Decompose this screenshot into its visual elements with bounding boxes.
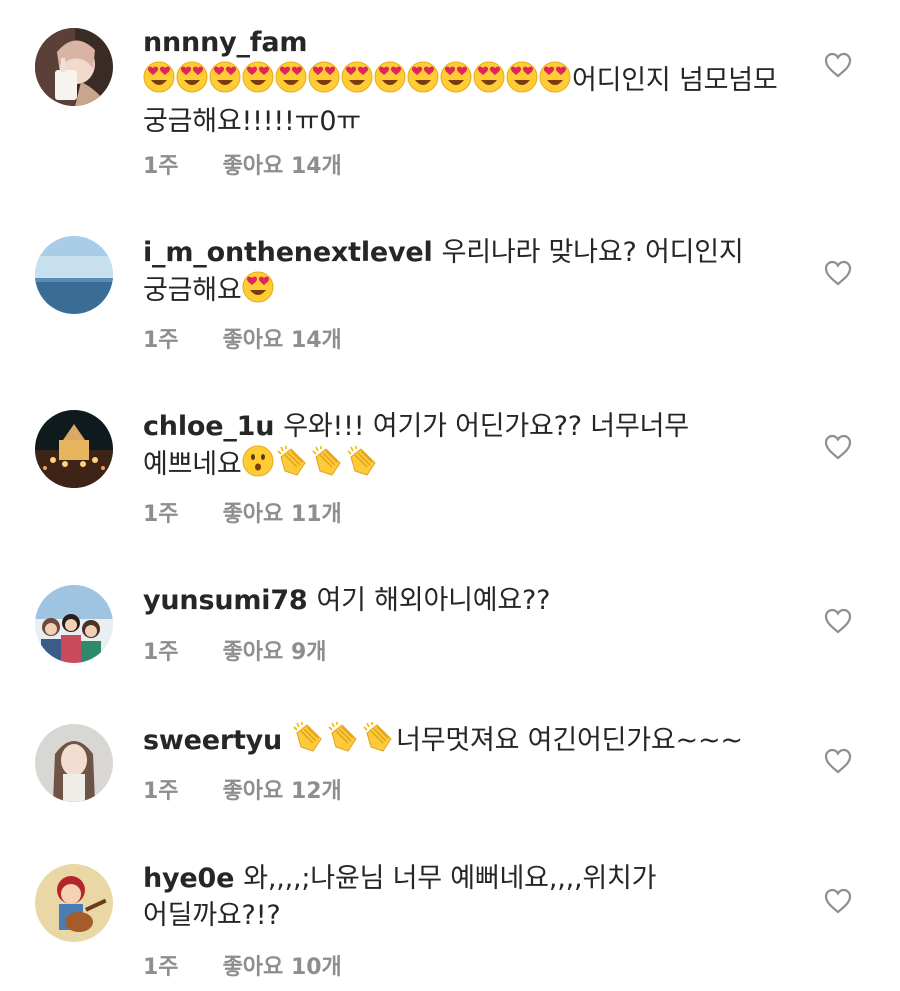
- avatar-carousel-image: [35, 410, 113, 488]
- comment-text: 여기 해외아니예요??: [316, 585, 551, 616]
- comment-meta: 1주 좋아요 11개: [143, 496, 342, 528]
- username-link[interactable]: hye0e: [143, 863, 234, 894]
- likes-count[interactable]: 좋아요 14개: [223, 154, 342, 179]
- clapping-hands-emoji-icon: [291, 721, 325, 763]
- avatar-drink-image: [35, 28, 113, 106]
- likes-count[interactable]: 좋아요 11개: [223, 502, 342, 527]
- comment-text-block: chloe_1u 우와!!! 여기가 어딘가요?? 너무너무 예쁘네요: [143, 408, 783, 487]
- emoji-group: [242, 271, 275, 306]
- username-link[interactable]: i_m_onthenextlevel: [143, 237, 433, 268]
- heart-eyes-emoji-icon: [539, 61, 571, 103]
- avatar[interactable]: [35, 236, 113, 314]
- comment-text-block: yunsumi78 여기 해외아니예요??: [143, 582, 783, 619]
- heart-eyes-emoji-icon: [242, 271, 274, 313]
- heart-outline-icon[interactable]: [824, 52, 852, 78]
- comment-text-block: i_m_onthenextlevel 우리나라 맞나요? 어디인지 궁금해요: [143, 234, 783, 313]
- comment-text-block: nnnny_fam 어디인지 넘모넘모 궁금해요!!!!!ㅠ0ㅠ: [143, 24, 783, 140]
- likes-count[interactable]: 좋아요 14개: [223, 328, 342, 353]
- comment-time[interactable]: 1주: [143, 640, 179, 665]
- comment-meta: 1주 좋아요 12개: [143, 773, 342, 805]
- heart-eyes-emoji-icon: [473, 61, 505, 103]
- comment-time[interactable]: 1주: [143, 328, 179, 353]
- comment-time[interactable]: 1주: [143, 154, 179, 179]
- heart-outline-icon[interactable]: [824, 748, 852, 774]
- comment-meta: 1주 좋아요 9개: [143, 634, 327, 666]
- comment-meta: 1주 좋아요 14개: [143, 148, 342, 180]
- likes-count[interactable]: 좋아요 10개: [223, 955, 342, 980]
- heart-eyes-emoji-icon: [143, 61, 175, 103]
- heart-outline-icon[interactable]: [824, 888, 852, 914]
- username-link[interactable]: sweertyu: [143, 725, 282, 756]
- comment-text: 너무멋져요 여긴어딘가요~~~: [396, 725, 743, 756]
- username-link[interactable]: yunsumi78: [143, 585, 308, 616]
- avatar-group-image: [35, 585, 113, 663]
- heart-eyes-emoji-icon: [275, 61, 307, 103]
- likes-count[interactable]: 좋아요 9개: [223, 640, 327, 665]
- comment-time[interactable]: 1주: [143, 955, 179, 980]
- clapping-hands-emoji-icon: [345, 445, 379, 487]
- avatar[interactable]: [35, 585, 113, 663]
- comment-time[interactable]: 1주: [143, 779, 179, 804]
- heart-eyes-emoji-icon: [341, 61, 373, 103]
- heart-eyes-emoji-icon: [407, 61, 439, 103]
- heart-eyes-emoji-icon: [209, 61, 241, 103]
- avatar[interactable]: [35, 724, 113, 802]
- clapping-hands-emoji-icon: [361, 721, 395, 763]
- comment-time[interactable]: 1주: [143, 502, 179, 527]
- emoji-group: [143, 61, 572, 96]
- likes-count[interactable]: 좋아요 12개: [223, 779, 342, 804]
- hushed-face-emoji-icon: [242, 445, 274, 487]
- emoji-group: [291, 722, 396, 756]
- comment-meta: 1주 좋아요 10개: [143, 949, 342, 981]
- heart-eyes-emoji-icon: [242, 61, 274, 103]
- avatar-sea-image: [35, 236, 113, 314]
- comment-meta: 1주 좋아요 14개: [143, 322, 342, 354]
- clapping-hands-emoji-icon: [310, 445, 344, 487]
- clapping-hands-emoji-icon: [326, 721, 360, 763]
- heart-eyes-emoji-icon: [374, 61, 406, 103]
- heart-eyes-emoji-icon: [506, 61, 538, 103]
- heart-eyes-emoji-icon: [308, 61, 340, 103]
- heart-outline-icon[interactable]: [824, 260, 852, 286]
- avatar[interactable]: [35, 864, 113, 942]
- username-link[interactable]: nnnny_fam: [143, 27, 307, 58]
- avatar-guitar-image: [35, 864, 113, 942]
- heart-eyes-emoji-icon: [176, 61, 208, 103]
- comment-text-block: hye0e 와,,,,;나윤님 너무 예뻐네요,,,,위치가 어딜까요?!?: [143, 860, 783, 934]
- avatar[interactable]: [35, 28, 113, 106]
- avatar-girl-image: [35, 724, 113, 802]
- emoji-group: [242, 445, 380, 480]
- heart-eyes-emoji-icon: [440, 61, 472, 103]
- comment-text-block: sweertyu 너무멋져요 여긴어딘가요~~~: [143, 721, 783, 763]
- avatar[interactable]: [35, 410, 113, 488]
- heart-outline-icon[interactable]: [824, 434, 852, 460]
- username-link[interactable]: chloe_1u: [143, 411, 274, 442]
- clapping-hands-emoji-icon: [275, 445, 309, 487]
- heart-outline-icon[interactable]: [824, 608, 852, 634]
